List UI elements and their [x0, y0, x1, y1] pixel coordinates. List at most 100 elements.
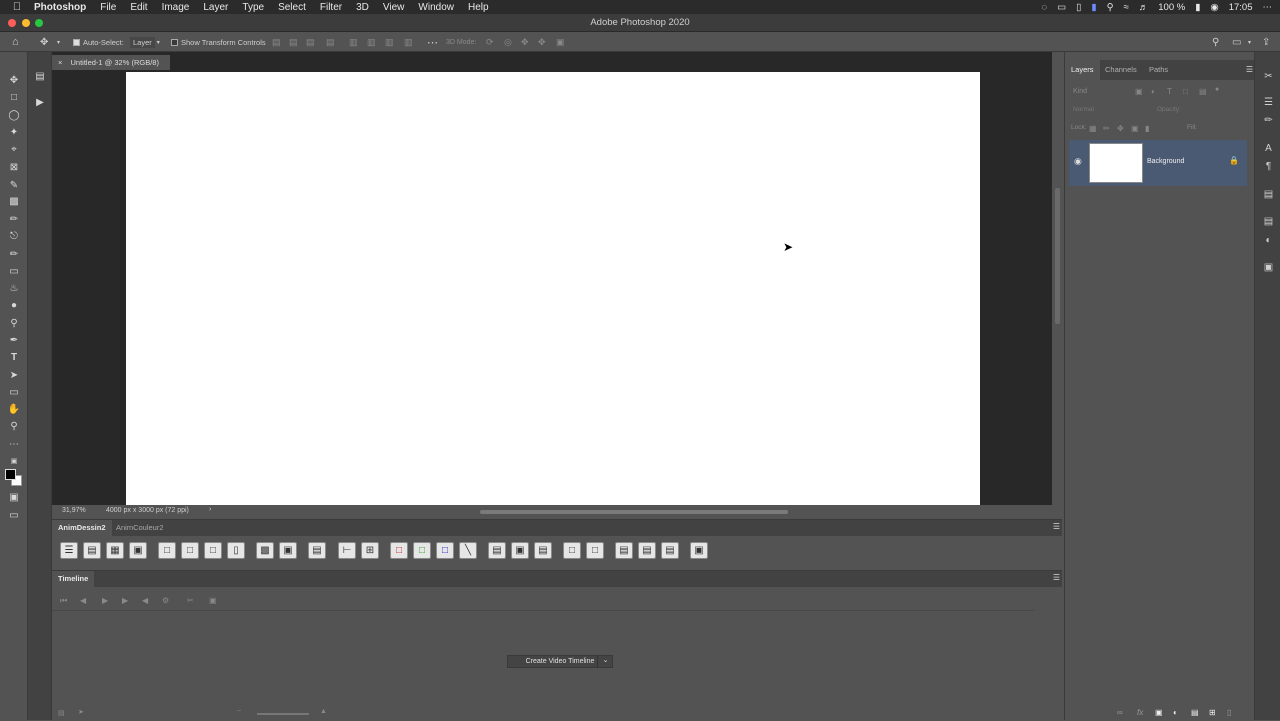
brush-settings-icon[interactable]: ✏: [1262, 114, 1275, 127]
timeline-menu-icon[interactable]: ☰: [1053, 573, 1060, 582]
3d-scale-icon[interactable]: ▣: [556, 32, 565, 52]
previous-frame-icon[interactable]: ◀: [80, 596, 86, 605]
hand-icon[interactable]: ✋: [6, 403, 22, 417]
lasso-icon[interactable]: ◯: [6, 109, 22, 123]
zoom-in-icon[interactable]: ▲: [320, 708, 327, 715]
healing-brush-icon[interactable]: ▩: [6, 195, 22, 209]
more-icon[interactable]: ⋯: [1263, 2, 1273, 13]
play-actions-icon[interactable]: ▶: [32, 96, 48, 110]
filter-smartobject-icon[interactable]: ▤: [1199, 87, 1207, 96]
anim-button-2[interactable]: ▤: [83, 542, 101, 559]
menu-image[interactable]: Image: [162, 2, 190, 13]
workspace-icon[interactable]: ▭: [1232, 32, 1241, 52]
3d-roll-icon[interactable]: ◎: [504, 32, 512, 52]
anim-button-22[interactable]: □: [586, 542, 604, 559]
anim-button-9[interactable]: ▩: [256, 542, 274, 559]
create-timeline-dropdown-icon[interactable]: ⌄: [597, 655, 613, 668]
user-icon[interactable]: ◉: [1210, 2, 1218, 13]
lock-pixels-icon[interactable]: ✏: [1103, 124, 1110, 133]
tools-icon[interactable]: ✂: [1262, 70, 1275, 83]
menu-select[interactable]: Select: [278, 2, 306, 13]
type-icon[interactable]: T: [6, 351, 22, 365]
add-mask-icon[interactable]: ▣: [1155, 708, 1163, 717]
dodge-icon[interactable]: ●: [6, 299, 22, 313]
menu-photoshop[interactable]: Photoshop: [34, 2, 86, 13]
transform-controls-checkbox[interactable]: [171, 38, 178, 46]
wifi-icon[interactable]: ≈: [1124, 2, 1129, 13]
home-icon[interactable]: ⌂: [12, 32, 19, 52]
color-icon[interactable]: ◐: [1262, 234, 1275, 247]
creative-cloud-icon[interactable]: ◌: [1041, 2, 1047, 13]
menu-view[interactable]: View: [383, 2, 405, 13]
new-layer-icon[interactable]: ⊞: [1209, 708, 1216, 717]
minimize-window-icon[interactable]: [22, 19, 30, 27]
menu-help[interactable]: Help: [468, 2, 489, 13]
close-tab-icon[interactable]: ×: [58, 58, 62, 67]
auto-select-dropdown[interactable]: Layer: [130, 36, 155, 48]
anim-button-24[interactable]: ▤: [638, 542, 656, 559]
display-icon[interactable]: ▭: [1057, 2, 1066, 13]
lock-artboard-icon[interactable]: ▣: [1131, 124, 1139, 133]
convert-icon[interactable]: ▤: [58, 709, 65, 717]
tab-paths[interactable]: Paths: [1143, 60, 1174, 80]
libraries-icon[interactable]: ▤: [1262, 215, 1275, 228]
adjustments-sliders-icon[interactable]: ☰: [1262, 96, 1275, 109]
vertical-scrollbar[interactable]: [1055, 188, 1060, 324]
anim-button-10[interactable]: ▣: [279, 542, 297, 559]
delete-layer-icon[interactable]: ▯: [1227, 708, 1231, 717]
align-bottom-icon[interactable]: ▥: [385, 32, 394, 52]
frame-icon[interactable]: ⊠: [6, 161, 22, 175]
airplay-icon[interactable]: ▯: [1076, 2, 1081, 13]
play-icon[interactable]: ▶: [102, 596, 108, 605]
filter-adjustment-icon[interactable]: ◐: [1151, 87, 1156, 96]
filter-type-icon[interactable]: T: [1167, 87, 1172, 96]
panel-menu-icon[interactable]: ☰: [1053, 522, 1060, 531]
adjustment-layer-icon[interactable]: ◐: [1173, 708, 1178, 717]
distribute-vertical-icon[interactable]: ▥: [404, 32, 413, 52]
anim-button-11[interactable]: ▤: [308, 542, 326, 559]
horizontal-scrollbar[interactable]: [480, 510, 788, 514]
anim-button-23[interactable]: ▤: [615, 542, 633, 559]
tab-animdessin2[interactable]: AnimDessin2: [52, 520, 112, 536]
anim-button-26[interactable]: ▣: [690, 542, 708, 559]
align-right-icon[interactable]: ▤: [306, 32, 315, 52]
workspace-chevron-icon[interactable]: ▾: [1248, 32, 1251, 52]
3d-slide-icon[interactable]: ✥: [538, 32, 546, 52]
swatches-icon[interactable]: ▣: [1262, 261, 1275, 274]
3d-rotate-icon[interactable]: ⟳: [486, 32, 494, 52]
status-arrow-icon[interactable]: ›: [209, 506, 211, 513]
foreground-color-swatch[interactable]: [5, 469, 16, 480]
anim-button-5[interactable]: □: [158, 542, 176, 559]
anim-button-7[interactable]: □: [204, 542, 222, 559]
magic-wand-icon[interactable]: ✦: [6, 126, 22, 140]
blend-mode-dropdown[interactable]: Normal: [1073, 106, 1094, 113]
menu-window[interactable]: Window: [418, 2, 454, 13]
path-selection-icon[interactable]: ➤: [6, 369, 22, 383]
transition-icon[interactable]: ▣: [209, 596, 217, 605]
red-channel-button[interactable]: □: [390, 542, 408, 559]
move-icon[interactable]: ✥: [6, 74, 22, 88]
history-brush-icon[interactable]: ✏: [6, 248, 22, 262]
go-first-frame-icon[interactable]: ⏮: [60, 596, 67, 606]
search-icon[interactable]: ⚲: [1212, 32, 1219, 52]
character-icon[interactable]: A: [1262, 142, 1275, 155]
share-icon[interactable]: ⇪: [1262, 32, 1270, 52]
zoom-level[interactable]: 31,97%: [62, 507, 86, 514]
canvas[interactable]: [126, 72, 980, 506]
battery-icon[interactable]: ▮: [1195, 2, 1200, 13]
tab-channels[interactable]: Channels: [1099, 60, 1143, 80]
anim-button-18[interactable]: ▤: [488, 542, 506, 559]
anim-button-1[interactable]: ☰: [60, 542, 78, 559]
close-window-icon[interactable]: [8, 19, 16, 27]
filter-shape-icon[interactable]: □: [1183, 87, 1188, 96]
anim-delete-icon[interactable]: ▯: [227, 542, 245, 559]
anim-button-6[interactable]: □: [181, 542, 199, 559]
tab-layers[interactable]: Layers: [1065, 60, 1100, 80]
paragraph-icon[interactable]: ¶: [1262, 160, 1275, 173]
anim-button-4[interactable]: ▣: [129, 542, 147, 559]
auto-select-checkbox[interactable]: [73, 38, 80, 46]
layer-row[interactable]: ◉ Background 🔒: [1069, 140, 1247, 186]
tab-timeline[interactable]: Timeline: [52, 571, 95, 587]
lock-all-icon[interactable]: ▮: [1145, 124, 1149, 133]
filter-kind-input[interactable]: Kind: [1073, 88, 1087, 95]
